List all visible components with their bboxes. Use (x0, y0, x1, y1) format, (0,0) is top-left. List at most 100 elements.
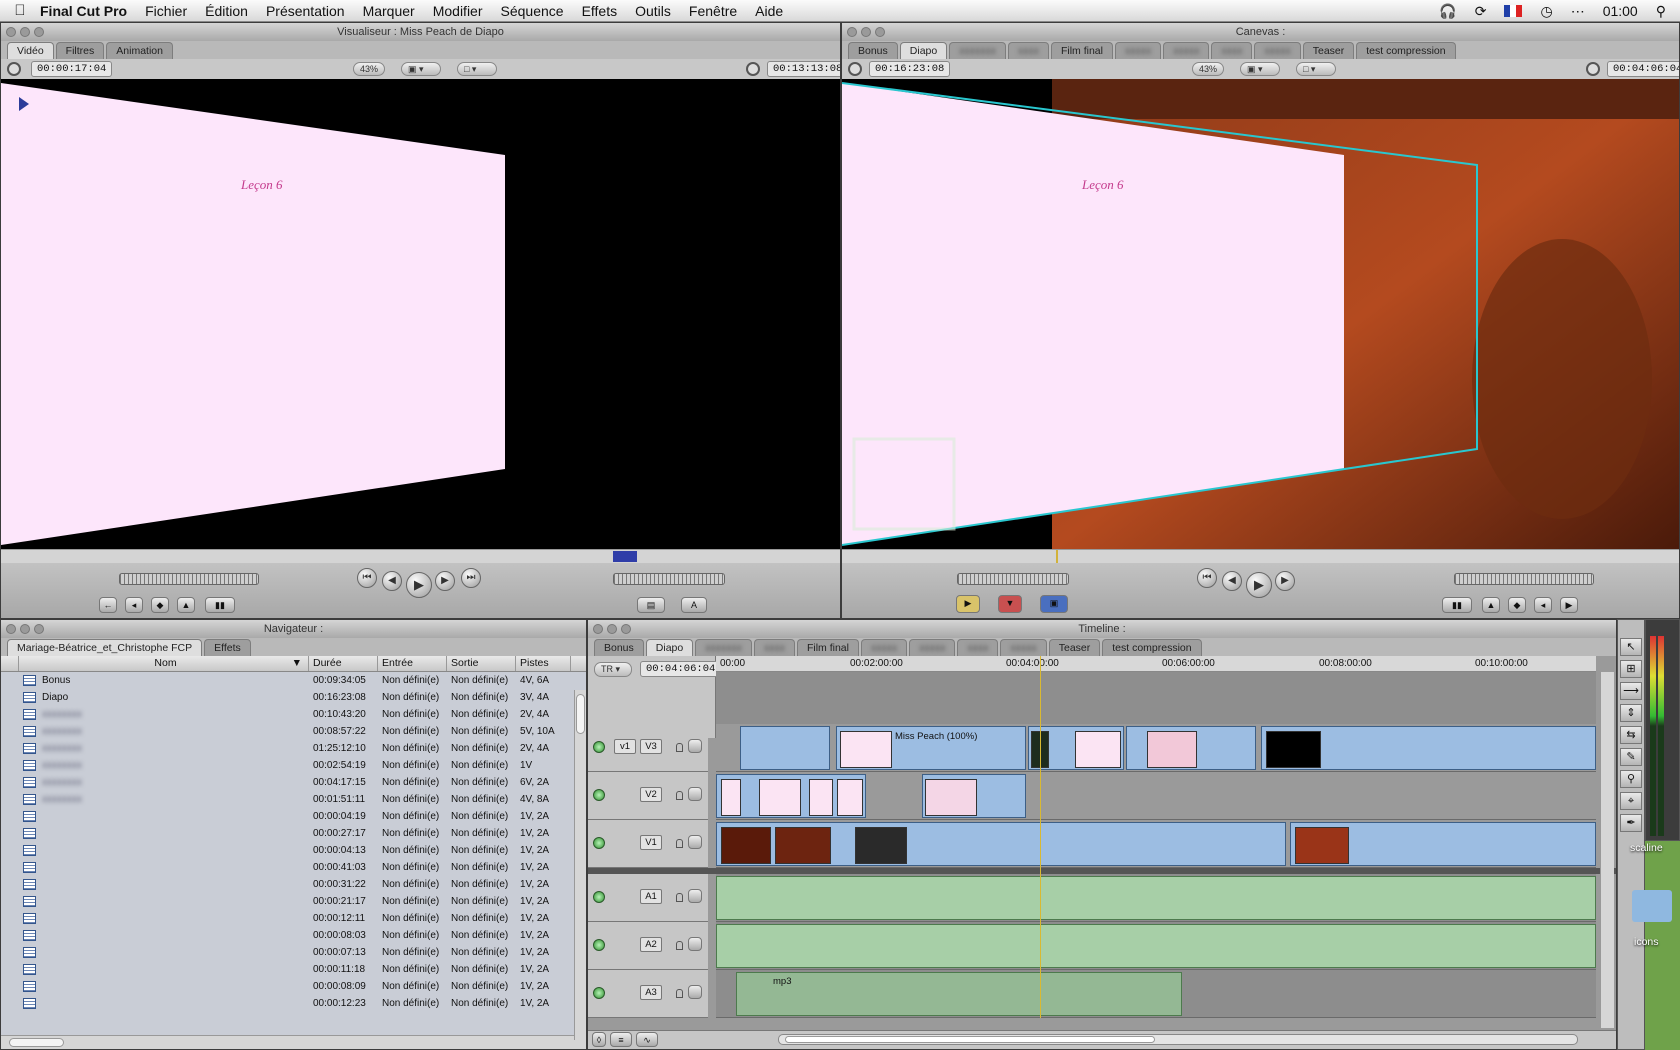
add-marker-button[interactable]: ◆ (151, 597, 169, 613)
auto-select-icon[interactable] (688, 787, 702, 801)
timeline-clip[interactable] (716, 774, 866, 818)
zoom-window-icon[interactable] (875, 27, 885, 37)
viewer-position-timecode[interactable]: 00:13:13:08 (767, 61, 840, 77)
tab-bonus[interactable]: Bonus (848, 42, 898, 59)
zoom-tool-icon[interactable]: ⚲ (1620, 770, 1642, 788)
track-lock-icon[interactable] (676, 941, 683, 950)
mark-in-button[interactable]: ◂ (1534, 597, 1552, 613)
audio-controls-toggle-icon[interactable]: ◊ (592, 1032, 606, 1047)
razor-tool-icon[interactable]: ✎ (1620, 748, 1642, 766)
previous-edit-button[interactable]: ⏮ (1197, 568, 1217, 588)
tab-diapo[interactable]: Diapo (645, 639, 694, 656)
canvas-video-frame[interactable]: Leçon 6 (842, 79, 1679, 549)
track-lock-icon[interactable] (676, 839, 683, 848)
menu-sequence[interactable]: Séquence (501, 3, 564, 19)
menu-extra-icon[interactable]: ⋯ (1571, 3, 1585, 20)
track-v2[interactable] (716, 772, 1596, 820)
generators-popup[interactable]: A (681, 597, 707, 613)
viewer-view-popup[interactable]: ▣ ▾ (401, 62, 441, 76)
browser-row[interactable]: 00:00:41:03 Non défini(e) Non défini(e) 1V,… (1, 859, 586, 876)
menu-fenetre[interactable]: Fenêtre (689, 3, 737, 19)
mark-clip-button[interactable]: ▶ (1560, 597, 1578, 613)
tab-test-compression[interactable]: test compression (1102, 639, 1202, 656)
previous-edit-button[interactable]: ⏮ (357, 568, 377, 588)
auto-select-icon[interactable] (688, 889, 702, 903)
canvas-jog-control[interactable] (957, 573, 1069, 585)
track-lock-icon[interactable] (676, 743, 683, 752)
browser-horizontal-scrollbar[interactable] (1, 1035, 586, 1049)
timeline-clip-mariage[interactable] (716, 822, 1286, 866)
canvas-view-popup[interactable]: ▣ ▾ (1240, 62, 1280, 76)
timeline-clip[interactable] (1126, 726, 1256, 770)
canvas-display-popup[interactable]: □ ▾ (1296, 62, 1336, 76)
close-window-icon[interactable] (6, 624, 16, 634)
viewer-video-frame[interactable]: Leçon 6 (1, 79, 840, 549)
browser-row[interactable]: xxxxxxxx 00:04:17:15 Non défini(e) Non défi… (1, 774, 586, 791)
close-window-icon[interactable] (6, 27, 16, 37)
apple-menu-icon[interactable]:  (0, 2, 40, 19)
scroll-thumb[interactable] (576, 694, 585, 734)
folder-icon[interactable] (1632, 890, 1672, 922)
auto-select-icon[interactable] (688, 835, 702, 849)
timeline-current-timecode[interactable]: 00:04:06:04 (640, 661, 722, 677)
tab-hidden-6[interactable]: xxxxx (1254, 42, 1301, 59)
viewer-shuttle-slider[interactable] (119, 573, 259, 585)
browser-row[interactable]: 00:00:12:11 Non défini(e) Non défini(e) 1V,… (1, 910, 586, 927)
minimize-window-icon[interactable] (20, 624, 30, 634)
play-in-out-button[interactable]: ◀ (1222, 571, 1242, 591)
close-window-icon[interactable] (847, 27, 857, 37)
zoom-window-icon[interactable] (621, 624, 631, 634)
browser-row[interactable]: xxxxxxxx 01:25:12:10 Non défini(e) Non défi… (1, 740, 586, 757)
browser-vertical-scrollbar[interactable] (574, 690, 586, 1040)
track-label-a1[interactable]: A1 (640, 889, 662, 904)
edit-selection-tool-icon[interactable]: ⊞ (1620, 660, 1642, 678)
scroll-thumb[interactable] (9, 1038, 64, 1047)
browser-row[interactable]: Diapo 00:16:23:08 Non défini(e) Non défini(… (1, 689, 586, 706)
menubar-clock[interactable]: 01:00 (1603, 3, 1638, 19)
track-label-a3[interactable]: A3 (640, 985, 662, 1000)
browser-row[interactable]: 00:00:31:22 Non défini(e) Non défini(e) 1V,… (1, 876, 586, 893)
desktop-icon-label[interactable]: scaline (1630, 842, 1663, 854)
mark-in-button[interactable]: ◂ (125, 597, 143, 613)
headphones-icon[interactable]: 🎧 (1439, 3, 1456, 20)
zoom-window-icon[interactable] (34, 624, 44, 634)
canvas-shuttle-slider[interactable] (1454, 573, 1594, 585)
browser-row[interactable]: Bonus 00:09:34:05 Non défini(e) Non défini(… (1, 672, 586, 689)
slip-tool-icon[interactable]: ⇆ (1620, 726, 1642, 744)
track-v1[interactable] (716, 820, 1596, 868)
tab-film-final[interactable]: Film final (1050, 42, 1113, 59)
minimize-window-icon[interactable] (607, 624, 617, 634)
browser-row[interactable]: 00:00:12:23 Non défini(e) Non défini(e) 1V,… (1, 995, 586, 1012)
play-in-out-button[interactable]: ◀ (382, 571, 402, 591)
viewer-scrubber-bar[interactable] (1, 549, 840, 563)
roll-tool-icon[interactable]: ⇕ (1620, 704, 1642, 722)
browser-row[interactable]: 00:00:11:18 Non défini(e) Non défini(e) 1V,… (1, 961, 586, 978)
tab-teaser[interactable]: Teaser (1048, 639, 1101, 656)
track-label-v3[interactable]: V3 (640, 739, 662, 754)
tab-hidden-5[interactable]: xxxx (957, 639, 999, 656)
track-label-v1[interactable]: V1 (640, 835, 662, 850)
insert-button[interactable]: ← (99, 597, 117, 613)
track-select-tool-icon[interactable]: ⟶ (1620, 682, 1642, 700)
sort-arrow-icon[interactable]: ▼ (292, 656, 302, 671)
track-height-icon[interactable]: ≡ (610, 1032, 632, 1047)
match-frame-button[interactable]: ▮▮ (205, 597, 235, 613)
audio-clip[interactable] (716, 876, 1596, 920)
column-duree[interactable]: Durée (309, 656, 378, 671)
column-pistes[interactable]: Pistes (516, 656, 571, 671)
track-visibility-icon[interactable] (593, 837, 605, 849)
viewer-zoom-popup[interactable]: 43% (353, 62, 386, 76)
menu-outils[interactable]: Outils (635, 3, 671, 19)
menu-edition[interactable]: Édition (205, 3, 248, 19)
track-label-v2[interactable]: V2 (640, 787, 662, 802)
tab-hidden-2[interactable]: xxxx (753, 639, 795, 656)
add-keyframe-button[interactable]: ▲ (177, 597, 195, 613)
track-audio-icon[interactable] (593, 891, 605, 903)
tab-filtres[interactable]: Filtres (55, 42, 105, 59)
auto-select-icon[interactable] (688, 985, 702, 999)
viewer-jog-control[interactable] (613, 573, 725, 585)
browser-row[interactable]: 00:00:08:09 Non défini(e) Non défini(e) 1V,… (1, 978, 586, 995)
recent-clips-popup[interactable]: ▤ (637, 597, 665, 613)
tab-hidden-2[interactable]: xxxx (1007, 42, 1049, 59)
source-patch-v1[interactable]: v1 (614, 739, 636, 754)
